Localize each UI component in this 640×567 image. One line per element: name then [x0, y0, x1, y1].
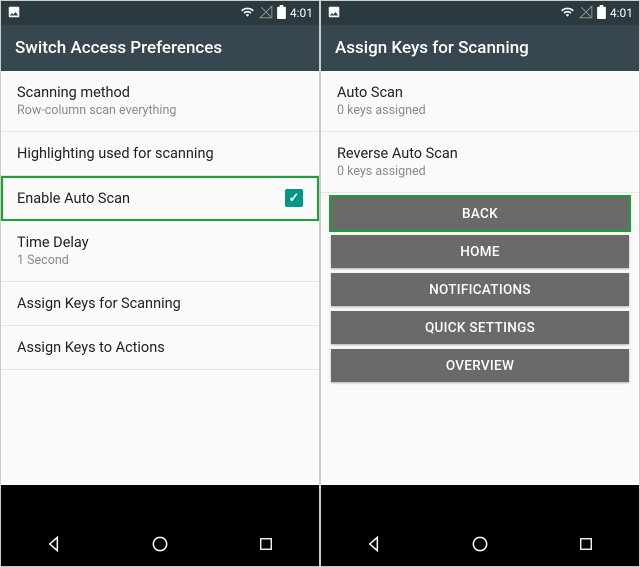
item-title: Auto Scan	[337, 84, 623, 101]
phone-right: 4:01 Assign Keys for Scanning Auto Scan …	[321, 1, 639, 566]
nav-bar	[1, 522, 319, 566]
nav-back-icon[interactable]	[363, 533, 385, 555]
settings-list-left: Scanning method Row-column scan everythi…	[1, 71, 319, 485]
overlay-home-button[interactable]: HOME	[331, 235, 629, 268]
wifi-icon	[560, 5, 575, 22]
image-icon	[327, 5, 341, 22]
item-enable-auto-scan[interactable]: Enable Auto Scan ✓	[1, 176, 319, 221]
item-highlighting[interactable]: Highlighting used for scanning	[1, 132, 319, 176]
item-reverse-auto-scan[interactable]: Reverse Auto Scan 0 keys assigned	[321, 132, 639, 193]
item-sub: Row-column scan everything	[17, 103, 303, 118]
nav-recents-icon[interactable]	[255, 533, 277, 555]
app-bar-title: Assign Keys for Scanning	[335, 38, 529, 58]
item-title: Assign Keys to Actions	[17, 339, 303, 356]
global-actions-overlay: BACK HOME NOTIFICATIONS QUICK SETTINGS O…	[331, 197, 629, 382]
item-sub: 0 keys assigned	[337, 164, 623, 179]
item-sub: 1 Second	[17, 253, 303, 268]
battery-icon	[277, 5, 286, 22]
status-bar: 4:01	[1, 1, 319, 25]
item-title: Highlighting used for scanning	[17, 145, 303, 162]
overlay-back-button[interactable]: BACK	[331, 197, 629, 230]
image-icon	[7, 5, 21, 22]
overlay-notifications-button[interactable]: NOTIFICATIONS	[331, 273, 629, 306]
nav-home-icon[interactable]	[469, 533, 491, 555]
signal-icon	[579, 5, 593, 22]
item-scanning-method[interactable]: Scanning method Row-column scan everythi…	[1, 71, 319, 132]
settings-list-right: Auto Scan 0 keys assigned Reverse Auto S…	[321, 71, 639, 485]
nav-recents-icon[interactable]	[575, 533, 597, 555]
black-gap	[1, 485, 319, 522]
checkbox-icon[interactable]: ✓	[285, 189, 303, 207]
wifi-icon	[240, 5, 255, 22]
app-bar-left: Switch Access Preferences	[1, 25, 319, 71]
overlay-overview-button[interactable]: OVERVIEW	[331, 349, 629, 382]
status-time: 4:01	[610, 6, 633, 20]
nav-bar	[321, 522, 639, 566]
phone-left: 4:01 Switch Access Preferences Scanning …	[1, 1, 319, 566]
item-title: Enable Auto Scan	[17, 190, 285, 207]
item-title: Time Delay	[17, 234, 303, 251]
nav-back-icon[interactable]	[43, 533, 65, 555]
status-time: 4:01	[290, 6, 313, 20]
item-title: Reverse Auto Scan	[337, 145, 623, 162]
nav-home-icon[interactable]	[149, 533, 171, 555]
overlay-quick-settings-button[interactable]: QUICK SETTINGS	[331, 311, 629, 344]
app-bar-right: Assign Keys for Scanning	[321, 25, 639, 71]
item-title: Scanning method	[17, 84, 303, 101]
status-bar: 4:01	[321, 1, 639, 25]
item-time-delay[interactable]: Time Delay 1 Second	[1, 221, 319, 282]
black-gap	[321, 485, 639, 522]
signal-icon	[259, 5, 273, 22]
item-title: Assign Keys for Scanning	[17, 295, 303, 312]
item-assign-keys-scanning[interactable]: Assign Keys for Scanning	[1, 282, 319, 326]
item-auto-scan[interactable]: Auto Scan 0 keys assigned	[321, 71, 639, 132]
item-sub: 0 keys assigned	[337, 103, 623, 118]
battery-icon	[597, 5, 606, 22]
item-assign-keys-actions[interactable]: Assign Keys to Actions	[1, 326, 319, 370]
app-bar-title: Switch Access Preferences	[15, 38, 222, 58]
